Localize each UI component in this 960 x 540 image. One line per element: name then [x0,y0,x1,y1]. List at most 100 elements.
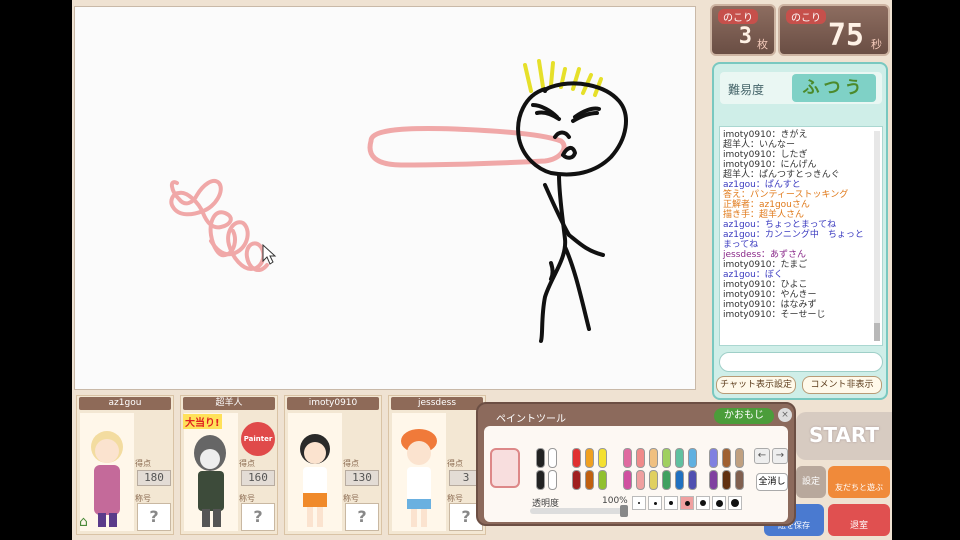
chat-message: imoty0910：ひよこ [723,280,808,290]
color-swatch[interactable] [688,470,697,490]
color-swatch[interactable] [709,470,718,490]
brush-size-option[interactable] [728,496,742,510]
settings-button[interactable]: 設定 [796,466,826,498]
color-swatch[interactable] [649,448,658,468]
color-swatch[interactable] [636,470,645,490]
comment-hide-button[interactable]: コメント非表示 [802,376,882,394]
player-score: 160 [241,470,275,486]
yellow-hair-strokes [523,59,603,97]
chat-message: imoty0910：そーせーじ [723,310,826,320]
color-swatch[interactable] [572,470,581,490]
remaining-value: 3 [738,24,752,49]
player-card[interactable]: imoty0910 得点 130 称号 ? [284,395,382,535]
color-swatch[interactable] [623,470,632,490]
color-swatch[interactable] [675,470,684,490]
color-swatch[interactable] [572,448,581,468]
undo-arrow-icon[interactable]: ← [754,448,770,464]
difficulty-display: 難易度 ふつう [720,72,882,104]
player-card[interactable]: 超羊人 大当り! Painter 得点 160 称号 ? [180,395,278,535]
exit-button[interactable]: 退室 [828,504,890,536]
chat-scrollbar[interactable] [874,131,880,341]
color-swatch[interactable] [722,448,731,468]
brush-size-dot [669,501,673,505]
hit-badge: 大当り! [183,414,222,429]
opacity-slider[interactable] [530,505,628,517]
remaining-unit: 枚 [757,38,768,51]
brush-size-option[interactable] [648,496,662,510]
brush-size-option[interactable] [632,496,646,510]
chat-view-settings-button[interactable]: チャット表示設定 [716,376,796,394]
drawing-canvas[interactable] [74,6,696,390]
chat-log[interactable]: imoty0910：きがえ 超羊人：いんなー imoty0910：したぎ imoty0… [719,126,883,346]
player-card[interactable]: az1gou 得点 180 称号 ? ⌂ [76,395,174,535]
chat-panel: 難易度 ふつう imoty0910：きがえ 超羊人：いんなー imoty0910：し… [712,62,888,400]
timer-value: 75 [827,18,864,53]
friends-button[interactable]: 友だちと遊ぶ [828,466,890,498]
player-name: az1gou [79,397,171,410]
chat-message: az1gou：カンニング中 ちょっとまってね [723,230,864,250]
brush-size-dot [653,501,657,505]
chat-message: az1gou：ぱんすと [723,180,801,190]
brush-size-dot [731,499,739,507]
color-swatch[interactable] [548,448,557,468]
brush-size-option[interactable] [664,496,678,510]
score-label: 得点 [239,459,255,468]
paint-tool-body: ← → 全消し 透明度 100% [484,426,788,522]
chat-message: imoty0910：にんげん [723,160,817,170]
color-swatch[interactable] [585,448,594,468]
color-swatch[interactable] [548,470,557,490]
eraser-icon[interactable] [490,448,520,488]
chat-input[interactable] [719,352,883,372]
color-swatch[interactable] [688,448,697,468]
score-label: 得点 [343,459,359,468]
color-swatch[interactable] [598,470,607,490]
color-swatch[interactable] [598,448,607,468]
brush-size-dot [700,500,706,506]
color-swatch[interactable] [662,448,671,468]
color-swatch[interactable] [675,448,684,468]
chat-message: 超羊人：ぱんつすとっきんぐ [723,170,840,180]
color-swatch[interactable] [585,470,594,490]
black-figure-strokes [516,81,628,343]
redo-arrow-icon[interactable]: → [772,448,788,464]
chat-message: imoty0910：きがえ [723,130,808,140]
color-swatch[interactable] [709,448,718,468]
painter-badge: Painter [241,422,275,456]
color-swatch[interactable] [662,470,671,490]
player-avatar [392,413,446,531]
player-card[interactable]: jessdess 得点 3 称号 ? [388,395,486,535]
clear-all-button[interactable]: 全消し [756,473,788,491]
player-name: jessdess [391,397,483,410]
color-swatch[interactable] [623,448,632,468]
game-window: のこり 3 枚 のこり 75 秒 難易度 ふつう imoty0910：きがえ 超羊… [72,0,892,540]
difficulty-value: ふつう [792,74,876,102]
color-swatch[interactable] [649,470,658,490]
color-swatch[interactable] [735,448,744,468]
start-button[interactable]: START [796,412,892,460]
remaining-sheets-counter: のこり 3 枚 [710,4,776,56]
chat-message: 超羊人：いんなー [723,140,796,150]
color-swatch[interactable] [536,448,545,468]
home-icon: ⌂ [79,514,88,530]
brush-size-option[interactable] [696,496,710,510]
color-swatch[interactable] [536,470,545,490]
color-swatch[interactable] [722,470,731,490]
paint-tool-panel: ペイントツール かおもじ × ← → 全消し 透明度 100% [476,402,796,526]
color-swatch[interactable] [636,448,645,468]
chat-message: imoty0910：たまご [723,260,808,270]
brush-size-option[interactable] [712,496,726,510]
chat-message-list: imoty0910：きがえ 超羊人：いんなー imoty0910：したぎ imoty0… [723,130,870,320]
chat-message: 正解者：az1gouさん [723,200,810,210]
brush-size-dot [638,502,640,504]
chat-message: imoty0910：やんきー [723,290,817,300]
pink-stroke-3 [367,126,567,168]
close-icon[interactable]: × [778,408,792,422]
brush-size-dot [684,500,690,506]
chat-message: jessdess：あずさん [723,250,807,260]
chat-message: 答え：パンティーストッキング [723,190,849,200]
kaomoji-button[interactable]: かおもじ [714,408,774,424]
color-swatch[interactable] [735,470,744,490]
difficulty-label: 難易度 [728,83,765,97]
brush-size-option[interactable] [680,496,694,510]
chat-message: 描き手：超羊人さん [723,210,805,220]
